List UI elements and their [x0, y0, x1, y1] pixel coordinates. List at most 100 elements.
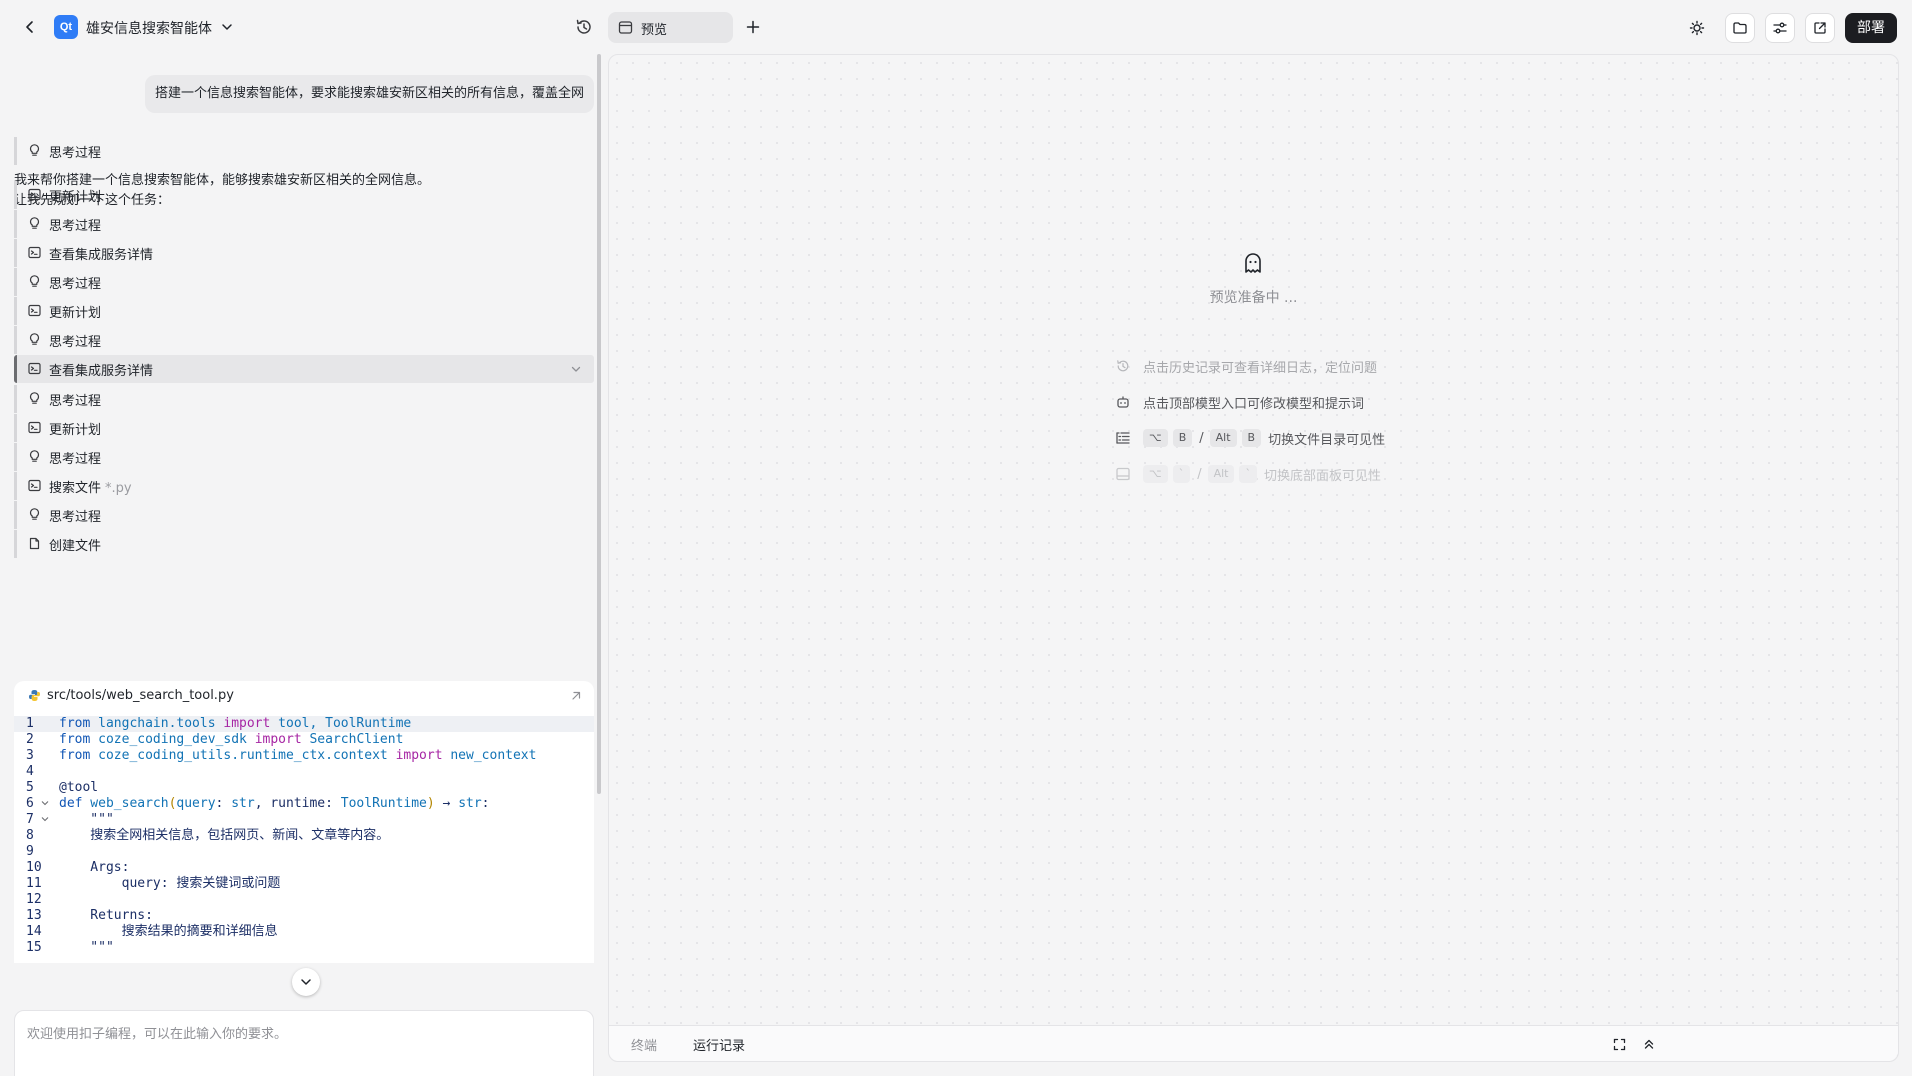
key-backtick: `	[1239, 465, 1257, 483]
step-item[interactable]: 思考过程	[14, 268, 594, 296]
python-file-icon	[28, 689, 41, 702]
step-item[interactable]: 思考过程	[14, 385, 594, 413]
panel-icon	[1115, 466, 1131, 482]
tab-run-log[interactable]: 运行记录	[693, 1035, 745, 1054]
file-directory-button[interactable]	[1725, 13, 1755, 43]
step-label: 思考过程	[49, 219, 102, 234]
step-item[interactable]: 思考过程	[14, 210, 594, 238]
code-file-header[interactable]: src/tools/web_search_tool.py	[14, 681, 594, 711]
hint-text: 点击顶部模型入口可修改模型和提示词	[1143, 396, 1365, 412]
file-tree-icon	[1115, 430, 1131, 446]
step-label: 思考过程	[49, 510, 102, 525]
step-label: 查看集成服务详情	[49, 364, 154, 379]
user-message-bubble: 搭建一个信息搜索智能体，要求能搜索雄安新区相关的所有信息，覆盖全网	[144, 75, 594, 113]
settings-button[interactable]	[1765, 13, 1795, 43]
step-label: 思考过程	[49, 146, 102, 161]
code-line: 6 def web_search(query: str, runtime: Too…	[26, 796, 490, 811]
double-chevron-up-icon[interactable]	[1643, 1038, 1655, 1050]
step-label: 更新计划	[49, 423, 102, 438]
chat-input-placeholder[interactable]: 欢迎使用扣子编程，可以在此输入你的要求。	[27, 1023, 287, 1042]
code-line: 9	[26, 844, 34, 859]
step-item[interactable]: 思考过程	[14, 443, 594, 471]
lightbulb-icon	[28, 333, 41, 346]
hint-text: 切换底部面板可见性	[1263, 468, 1381, 484]
step-label: 思考过程	[49, 277, 102, 292]
code-line: 10 Args:	[26, 860, 130, 875]
lightbulb-icon	[28, 217, 41, 230]
terminal-icon	[28, 362, 41, 375]
code-line: 15 """	[26, 940, 114, 955]
add-tab-plus-icon[interactable]	[745, 19, 761, 35]
step-item[interactable]: 更新计划	[14, 181, 594, 209]
preview-panel: 预览准备中 ... 点击历史记录可查看详细日志，定位问题 点击顶部模型入口可修改…	[608, 54, 1899, 1062]
chevron-down-icon[interactable]	[220, 20, 234, 34]
terminal-icon	[28, 304, 41, 317]
code-line: 13 Returns:	[26, 908, 153, 923]
fullscreen-icon[interactable]	[1613, 1038, 1626, 1051]
external-link-icon	[1812, 20, 1828, 36]
chevron-down-icon[interactable]	[570, 363, 582, 375]
hint-model: 点击顶部模型入口可修改模型和提示词	[1115, 392, 1364, 412]
step-label: 思考过程	[49, 452, 102, 467]
code-line: 14 搜索结果的摘要和详细信息	[26, 924, 278, 939]
history-icon[interactable]	[574, 17, 594, 37]
tab-preview-label: 预览	[641, 23, 668, 38]
step-label: 更新计划	[49, 306, 102, 321]
project-title[interactable]: 雄安信息搜索智能体	[86, 18, 212, 38]
key-alt: Alt	[1209, 429, 1237, 447]
key-b: B	[1241, 429, 1262, 447]
step-thinking[interactable]: 思考过程	[14, 137, 594, 165]
sun-icon	[1689, 20, 1705, 36]
lightbulb-icon	[28, 508, 41, 521]
file-icon	[28, 537, 41, 550]
code-preview-card: src/tools/web_search_tool.py 1 from langc…	[14, 681, 594, 963]
step-item[interactable]: 更新计划	[14, 297, 594, 325]
fold-chevron-icon	[40, 798, 50, 808]
open-external-button[interactable]	[1805, 13, 1835, 43]
tab-preview[interactable]: 预览	[608, 12, 733, 43]
chat-input-box[interactable]: 欢迎使用扣子编程，可以在此输入你的要求。	[14, 1010, 594, 1076]
hint-text: 点击历史记录可查看详细日志，定位问题	[1143, 360, 1378, 376]
step-item[interactable]: 更新计划	[14, 414, 594, 442]
code-line: 11 query: 搜索关键词或问题	[26, 876, 281, 891]
step-item[interactable]: 思考过程	[14, 326, 594, 354]
step-label: 思考过程	[49, 394, 102, 409]
step-label: 思考过程	[49, 335, 102, 350]
hint-text: 切换文件目录可见性	[1268, 432, 1386, 448]
tab-terminal[interactable]: 终端	[631, 1035, 657, 1054]
back-arrow-icon[interactable]	[22, 19, 38, 35]
preview-status: 预览准备中 ...	[1209, 290, 1298, 306]
robot-icon	[1115, 394, 1131, 410]
step-label: 更新计划	[49, 190, 102, 205]
code-line: 1 from langchain.tools import tool, ToolR…	[14, 716, 594, 732]
theme-toggle-button[interactable]	[1682, 13, 1712, 43]
terminal-icon	[28, 479, 41, 492]
key-b: B	[1172, 429, 1193, 447]
step-item[interactable]: 查看集成服务详情	[14, 239, 594, 267]
expand-arrow-icon[interactable]	[570, 690, 582, 702]
step-item[interactable]: 创建文件	[14, 530, 594, 558]
deploy-button[interactable]: 部署	[1845, 13, 1897, 43]
code-line: 12	[26, 892, 42, 907]
code-file-name: src/tools/web_search_tool.py	[47, 688, 234, 703]
step-label: 查看集成服务详情	[49, 248, 154, 263]
step-item[interactable]: 思考过程	[14, 501, 594, 529]
code-expand-button[interactable]	[292, 968, 320, 996]
hint-toggle-panel: ⌥ ` / Alt ` 切换底部面板可见性	[1115, 464, 1381, 484]
code-editor[interactable]: 1 from langchain.tools import tool, ToolR…	[14, 716, 594, 956]
sliders-icon	[1772, 20, 1788, 36]
hint-toggle-files: ⌥ B / Alt B 切换文件目录可见性	[1115, 428, 1385, 448]
chat-scrollbar[interactable]	[597, 54, 601, 794]
hint-history: 点击历史记录可查看详细日志，定位问题	[1115, 356, 1377, 376]
terminal-icon	[28, 246, 41, 259]
step-item[interactable]: 查看集成服务详情	[14, 355, 594, 383]
code-line: 5 @tool	[26, 780, 99, 795]
lightbulb-icon	[28, 144, 41, 157]
bottom-panel-bar: 终端 运行记录	[609, 1025, 1898, 1061]
key-separator: /	[1197, 466, 1202, 482]
browser-window-icon	[618, 20, 633, 35]
top-bar-left: Qt 雄安信息搜索智能体	[0, 0, 600, 54]
step-item[interactable]: 搜索文件 *.py	[14, 472, 594, 500]
step-label: 创建文件	[49, 539, 102, 554]
code-line: 7 """	[26, 812, 114, 827]
